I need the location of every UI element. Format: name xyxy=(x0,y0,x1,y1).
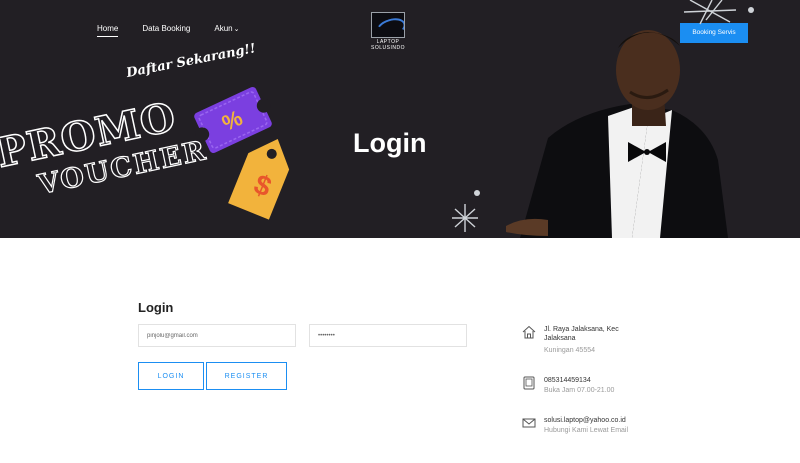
password-field[interactable] xyxy=(309,324,467,347)
register-button[interactable]: REGISTER xyxy=(206,362,287,390)
tablet-icon xyxy=(523,376,535,390)
hero-banner: Home Data Booking Akun⌄ LAPTOP SOLUSINDO… xyxy=(0,0,800,238)
sparkle-top-icon xyxy=(683,0,737,25)
home-icon xyxy=(522,325,536,339)
address-line1: Jl. Raya Jalaksana, Kec xyxy=(544,326,619,333)
email-address: solusi.laptop@yahoo.co.id xyxy=(544,417,626,424)
email-note: Hubungi Kami Lewat Email xyxy=(544,427,629,434)
sparkle-dot-icon xyxy=(474,190,480,196)
address-line2: Jalaksana xyxy=(544,335,576,342)
phone-number: 085314459134 xyxy=(544,377,591,384)
login-button[interactable]: LOGIN xyxy=(138,362,204,390)
mail-icon xyxy=(522,418,536,428)
sparkle-icon xyxy=(452,204,478,232)
opening-hours: Buka Jam 07.00-21.00 xyxy=(544,387,615,394)
person-image xyxy=(506,30,728,238)
address-line3: Kuningan 45554 xyxy=(544,347,595,354)
login-form-title: Login xyxy=(138,300,174,315)
email-field[interactable] xyxy=(138,324,296,347)
login-section: Login LOGIN REGISTER Jl. Raya Jalaksana,… xyxy=(0,238,800,463)
page-title: Login xyxy=(353,128,427,158)
